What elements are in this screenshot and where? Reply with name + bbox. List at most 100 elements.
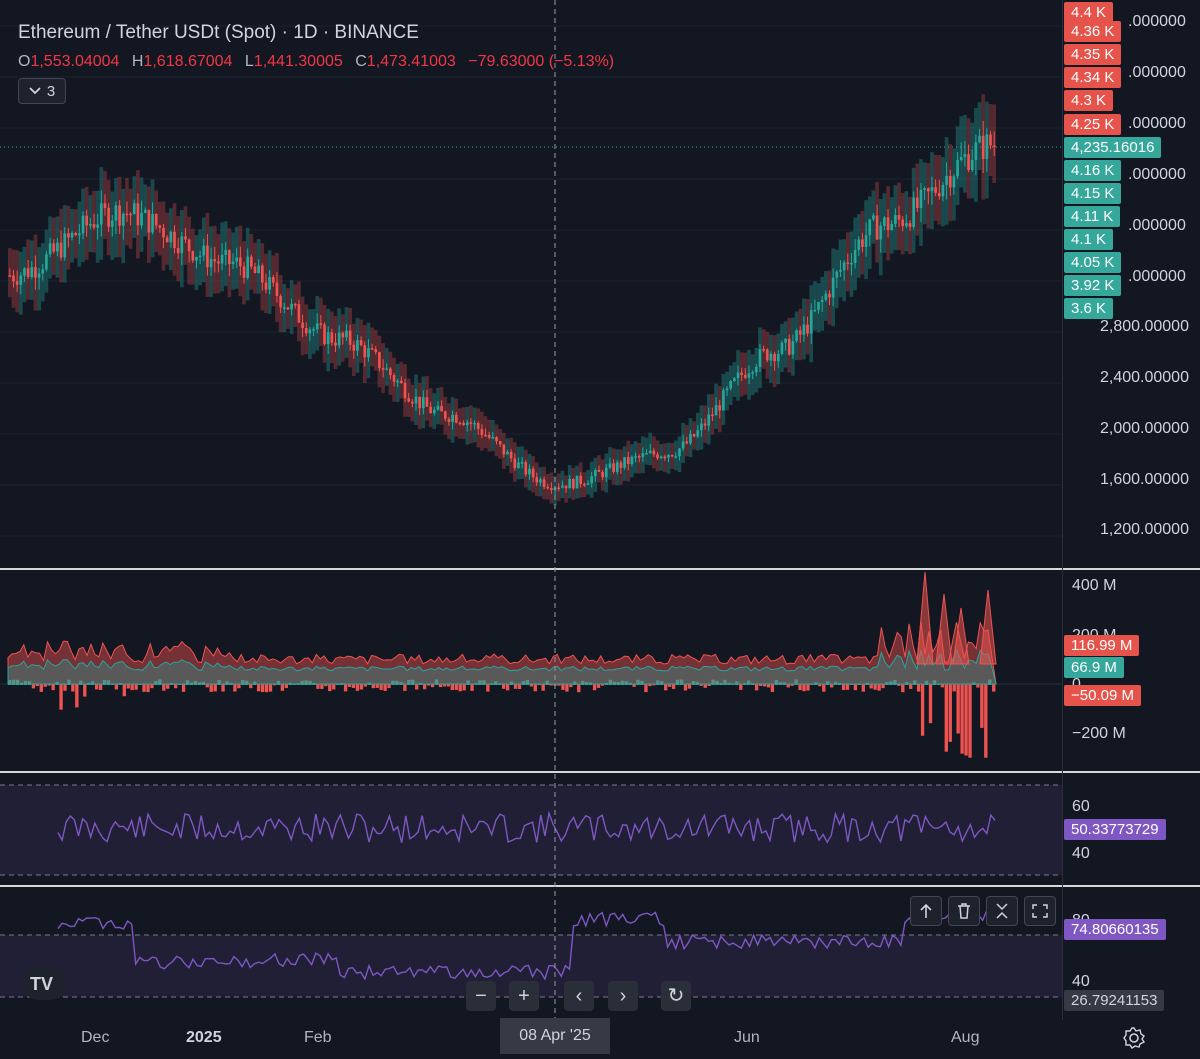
candle (414, 396, 418, 404)
candle (341, 332, 345, 338)
price-level-tag: 4.34 K (1064, 67, 1122, 88)
candle (539, 479, 542, 483)
volume-chart[interactable] (0, 570, 1062, 770)
candle (436, 406, 440, 410)
move-pane-up-button[interactable] (910, 896, 942, 926)
scroll-right-button[interactable]: › (608, 981, 638, 1011)
candle (546, 486, 550, 489)
reset-chart-button[interactable]: ↻ (661, 981, 691, 1011)
volume-bar (264, 684, 269, 693)
candle (868, 219, 872, 236)
candle (92, 224, 96, 228)
volume-bar (249, 684, 253, 689)
candle (733, 378, 736, 382)
maximize-pane-button[interactable] (1024, 896, 1056, 926)
candle (206, 245, 209, 268)
candle (641, 453, 645, 457)
time-axis-label: Dec (81, 1029, 110, 1046)
volume-bar (351, 684, 356, 688)
volume-spike (916, 571, 934, 665)
rsi2-axis-label: 40 (1072, 973, 1090, 990)
candle (692, 434, 696, 437)
candle (989, 134, 992, 146)
candle (568, 478, 572, 489)
price-axis-label: 2,400.00000 (1100, 369, 1189, 386)
tradingview-logo[interactable]: TV (22, 966, 66, 1000)
price-axis-label: .000000 (1128, 115, 1186, 132)
price-level-tag: 4.36 K (1064, 21, 1122, 42)
candle (502, 444, 506, 455)
candle (729, 381, 733, 389)
candle (74, 232, 78, 236)
candle (572, 478, 575, 489)
price-axis-label: .000000 (1128, 13, 1186, 30)
price-axis-label: .000000 (1128, 268, 1186, 285)
candle (736, 372, 740, 379)
candle (678, 448, 681, 457)
delete-pane-button[interactable] (948, 896, 980, 926)
volume-bar (387, 684, 391, 689)
candle (776, 353, 780, 362)
candle (897, 215, 901, 220)
price-chart[interactable] (0, 0, 1062, 568)
scroll-left-button[interactable]: ‹ (564, 981, 594, 1011)
candle (744, 374, 747, 378)
rsi-axis-label: 40 (1072, 845, 1090, 862)
volume-bar (31, 684, 36, 689)
indicators-toggle-button[interactable]: 3 (18, 78, 66, 104)
candle (330, 332, 334, 343)
candle (784, 338, 787, 343)
candle (312, 329, 315, 331)
volume-value-tag: −50.09 M (1064, 685, 1141, 706)
rsi2-low-tag: 26.79241153 (1064, 990, 1165, 1011)
rsi-chart[interactable] (0, 773, 1062, 885)
close-value: 1,473.41003 (366, 53, 456, 70)
collapse-pane-button[interactable] (986, 896, 1018, 926)
volume-bar (142, 684, 146, 692)
volume-bar (450, 684, 454, 691)
volume-bar (213, 684, 217, 692)
candle (162, 227, 165, 238)
volume-bar (458, 684, 462, 692)
volume-bar (181, 684, 186, 692)
candle (835, 271, 839, 278)
candle (454, 414, 458, 423)
candle (180, 236, 184, 254)
volume-bar (237, 684, 241, 689)
candle (725, 388, 729, 391)
symbol-title[interactable]: Ethereum / Tether USDt (Spot) · 1D · BIN… (18, 22, 419, 44)
zoom-in-button[interactable]: + (509, 981, 539, 1011)
candle (304, 328, 308, 334)
candle (645, 453, 648, 455)
volume-bar (916, 684, 921, 692)
candle (948, 175, 952, 188)
candle (586, 483, 590, 485)
candle (231, 261, 235, 265)
candle (323, 324, 326, 345)
volume-bar (853, 684, 858, 691)
volume-bar (869, 684, 873, 689)
rsi2-value-tag: 74.80660135 (1064, 919, 1166, 940)
zoom-out-button[interactable]: − (466, 981, 496, 1011)
candle (392, 375, 396, 382)
volume-bar (968, 684, 972, 758)
candle (667, 454, 670, 458)
volume-bar (343, 684, 348, 692)
candle (23, 268, 26, 276)
volume-bar (355, 684, 360, 691)
price-level-tag: 3.92 K (1064, 275, 1122, 296)
volume-bar (901, 684, 905, 693)
candle (809, 310, 813, 334)
price-level-tag: 4.05 K (1064, 252, 1122, 273)
candle (762, 349, 765, 351)
gear-icon[interactable] (1122, 1026, 1146, 1050)
volume-bar (644, 684, 648, 693)
candle (707, 414, 711, 426)
candle (875, 215, 879, 240)
volume-bar (592, 684, 597, 691)
candle (81, 215, 85, 234)
candle (842, 262, 846, 270)
volume-bar (802, 684, 806, 692)
candle (663, 456, 667, 459)
candle (758, 349, 762, 367)
